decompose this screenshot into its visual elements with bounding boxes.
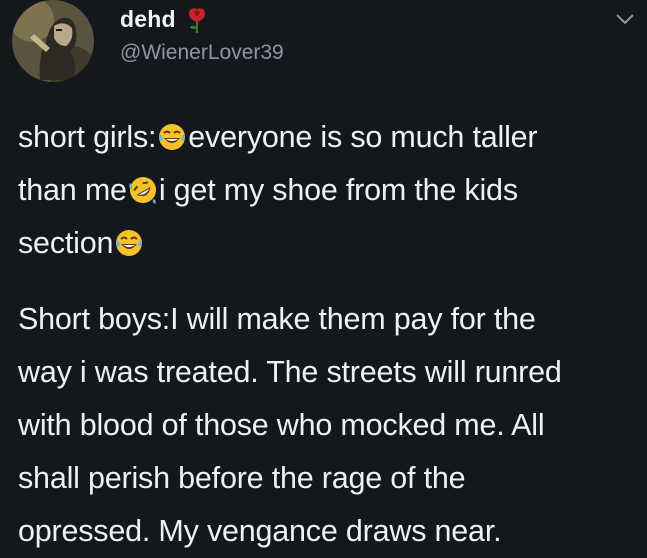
tweet-text: section xyxy=(18,226,114,260)
tweet-line: shall perish before the rage of the xyxy=(18,461,466,495)
tears-of-joy-icon xyxy=(116,230,143,256)
tweet: dehd @WienerLover39 short girls: everyon… xyxy=(0,0,647,558)
tweet-line: than me i get my shoe from the kids xyxy=(18,164,638,217)
tweet-line: opressed. My vengance draws near. xyxy=(18,514,502,548)
tweet-text: than me xyxy=(18,173,127,207)
tweet-text: short girls: xyxy=(18,120,157,154)
rolling-on-floor-laughing-icon xyxy=(129,177,156,204)
tweet-paragraph-1: short girls: everyone is so much taller … xyxy=(18,111,638,270)
avatar-image xyxy=(12,0,94,82)
user-handle[interactable]: @WienerLover39 xyxy=(120,41,284,65)
tears-of-joy-icon xyxy=(159,124,186,150)
rose-icon xyxy=(188,8,206,33)
tweet-line: Short boys:I will make them pay for the xyxy=(18,302,536,336)
chevron-down-icon[interactable] xyxy=(615,12,635,26)
tweet-text: i get my shoe from the kids xyxy=(158,173,518,207)
tweet-line: section xyxy=(18,217,638,270)
tweet-line: with blood of those who mocked me. All xyxy=(18,408,545,442)
display-name[interactable]: dehd xyxy=(120,6,176,33)
tweet-line: short girls: everyone is so much taller xyxy=(18,111,638,164)
tweet-paragraph-2: Short boys:I will make them pay for the … xyxy=(18,293,638,558)
tweet-line: way i was treated. The streets will runr… xyxy=(18,355,562,389)
avatar[interactable] xyxy=(12,0,94,82)
tweet-text: everyone is so much taller xyxy=(188,120,538,154)
